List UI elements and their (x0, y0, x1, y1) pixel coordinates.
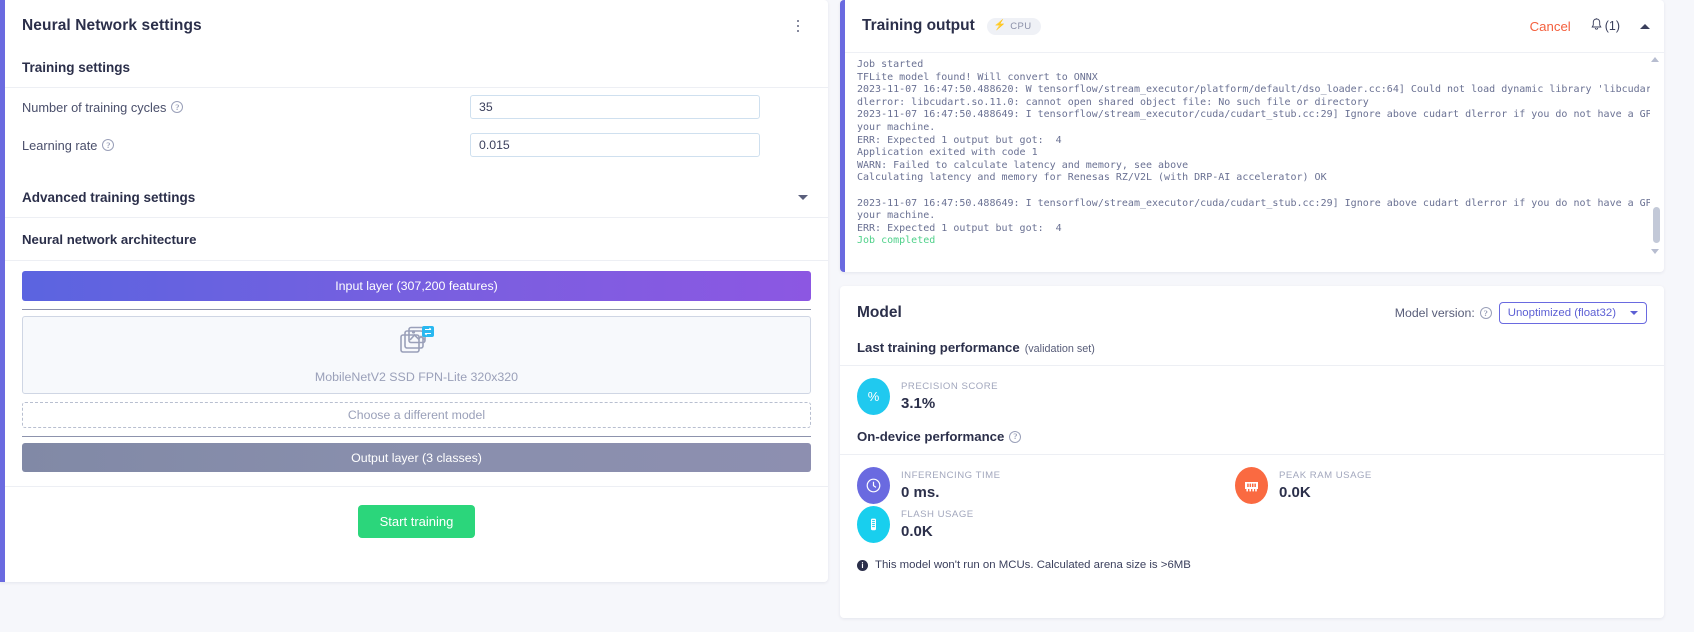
input-layer-block[interactable]: Input layer (307,200 features) (22, 271, 811, 301)
training-log[interactable]: Job started TFLite model found! Will con… (845, 53, 1650, 248)
flash-caption: FLASH USAGE (901, 509, 974, 520)
training-output-header-right: Cancel (1) (1530, 18, 1650, 34)
training-log-done: Job completed (857, 235, 936, 247)
advanced-training-settings-toggle[interactable]: Advanced training settings (5, 178, 828, 217)
architecture-diagram: Input layer (307,200 features) MobileNet… (5, 261, 828, 472)
model-title: Model (857, 304, 902, 321)
notifications-button[interactable]: (1) (1591, 18, 1620, 34)
cancel-button[interactable]: Cancel (1530, 19, 1571, 34)
field-training-cycles: Number of training cycles ? (5, 88, 828, 126)
last-training-performance-header: Last training performance (validation se… (840, 340, 1664, 365)
chevron-down-icon[interactable] (798, 195, 808, 200)
peak-ram-value: 0.0K (1279, 484, 1311, 501)
model-warning-text: This model won't run on MCUs. Calculated… (875, 559, 1191, 571)
learning-rate-label: Learning rate ? (22, 138, 470, 153)
help-icon[interactable]: ? (102, 139, 115, 151)
cpu-badge: ⚡ CPU (986, 17, 1041, 35)
nn-card-header: Neural Network settings (5, 0, 828, 52)
inferencing-caption: INFERENCING TIME (901, 470, 1001, 481)
flash-text: FLASH USAGE 0.0K (901, 509, 974, 540)
inferencing-value: 0 ms. (901, 484, 940, 501)
training-log-text: Job started TFLite model found! Will con… (857, 59, 1650, 234)
model-warning-note: i This model won't run on MCUs. Calculat… (840, 543, 1664, 571)
training-output-card: Training output ⚡ CPU Cancel (1) Job sta… (840, 0, 1664, 272)
chevron-up-icon[interactable] (1640, 23, 1650, 29)
training-cycles-label: Number of training cycles ? (22, 100, 470, 115)
precision-caption: PRECISION SCORE (901, 381, 999, 392)
inferencing-text: INFERENCING TIME 0 ms. (901, 470, 1001, 501)
model-card: Model Model version: ? Unoptimized (floa… (840, 286, 1664, 618)
chevron-down-icon (1630, 311, 1638, 315)
architecture-label: Neural network architecture (22, 232, 197, 247)
model-name-label: MobileNetV2 SSD FPN-Lite 320x320 (314, 370, 519, 384)
model-version-label: Model version: ? (1395, 306, 1492, 320)
start-training-row: Start training (5, 487, 828, 538)
model-card-header: Model Model version: ? Unoptimized (floa… (840, 286, 1664, 340)
help-icon[interactable]: ? (1009, 430, 1022, 443)
image-model-icon (399, 326, 434, 361)
field-learning-rate: Learning rate ? (5, 126, 828, 164)
on-device-performance-label: On-device performance (857, 429, 1005, 444)
help-icon[interactable]: ? (171, 101, 184, 113)
app-root: Neural Network settings Training setting… (0, 0, 1694, 632)
training-settings-label: Training settings (22, 60, 131, 75)
lightning-icon: ⚡ (993, 20, 1007, 31)
model-block[interactable]: MobileNetV2 SSD FPN-Lite 320x320 (22, 316, 811, 394)
training-output-header: Training output ⚡ CPU Cancel (1) (845, 0, 1664, 52)
last-training-performance-label: Last training performance (857, 340, 1020, 355)
output-layer-block[interactable]: Output layer (3 classes) (22, 443, 811, 472)
device-metrics-row-2: FLASH USAGE 0.0K (840, 504, 1664, 543)
precision-metric-row: % PRECISION SCORE 3.1% (840, 366, 1664, 415)
learning-rate-input[interactable] (470, 133, 760, 157)
kebab-menu-icon[interactable] (788, 15, 808, 37)
peak-ram-caption: PEAK RAM USAGE (1279, 470, 1372, 481)
model-version-label-text: Model version: (1394, 306, 1475, 320)
model-version-select[interactable]: Unoptimized (float32) (1498, 302, 1647, 324)
on-device-performance-header: On-device performance ? (840, 415, 1664, 454)
metric-inferencing-time: INFERENCING TIME 0 ms. (857, 467, 1235, 504)
last-training-performance-sub: (validation set) (1024, 343, 1095, 355)
left-column: Neural Network settings Training setting… (0, 0, 838, 632)
flash-value: 0.0K (901, 523, 933, 540)
bell-icon (1591, 18, 1602, 34)
training-cycles-label-text: Number of training cycles (22, 99, 167, 115)
help-icon[interactable]: ? (1479, 307, 1492, 319)
choose-different-model-button[interactable]: Choose a different model (22, 402, 811, 428)
clock-icon (857, 467, 890, 504)
svg-text:%: % (868, 389, 880, 404)
training-output-title: Training output (862, 17, 975, 34)
layer-connector (22, 432, 811, 440)
advanced-training-settings-label: Advanced training settings (22, 190, 196, 205)
training-log-container: Job started TFLite model found! Will con… (845, 52, 1664, 260)
ram-icon (1235, 467, 1268, 504)
cpu-badge-label: CPU (1010, 20, 1032, 32)
log-scrollbar[interactable] (1651, 57, 1661, 254)
page-title: Neural Network settings (22, 17, 202, 34)
info-icon: i (857, 559, 868, 571)
learning-rate-label-text: Learning rate (22, 137, 98, 153)
percent-icon: % (857, 378, 890, 415)
device-metrics-row-1: INFERENCING TIME 0 ms. PEAK RAM USAGE 0.… (840, 455, 1664, 504)
model-version-value: Unoptimized (float32) (1507, 307, 1616, 319)
scroll-down-icon[interactable] (1651, 249, 1659, 254)
peak-ram-text: PEAK RAM USAGE 0.0K (1279, 470, 1372, 501)
right-column: Training output ⚡ CPU Cancel (1) Job sta… (840, 0, 1694, 632)
metric-precision-score: % PRECISION SCORE 3.1% (857, 378, 1235, 415)
metric-peak-ram: PEAK RAM USAGE 0.0K (1235, 467, 1372, 504)
training-cycles-input[interactable] (470, 95, 760, 119)
precision-value: 3.1% (901, 395, 936, 412)
chip-icon (857, 506, 890, 543)
neural-network-settings-card: Neural Network settings Training setting… (0, 0, 828, 582)
layer-connector (22, 305, 811, 313)
notifications-count: (1) (1604, 19, 1620, 33)
start-training-button[interactable]: Start training (357, 505, 476, 538)
metric-flash-usage: FLASH USAGE 0.0K (857, 506, 1235, 543)
precision-text: PRECISION SCORE 3.1% (901, 381, 998, 412)
model-version-control: Model version: ? Unoptimized (float32) (1395, 302, 1647, 324)
scrollbar-thumb[interactable] (1653, 207, 1660, 243)
training-output-header-left: Training output ⚡ CPU (862, 17, 1041, 35)
scroll-up-icon[interactable] (1651, 57, 1659, 62)
